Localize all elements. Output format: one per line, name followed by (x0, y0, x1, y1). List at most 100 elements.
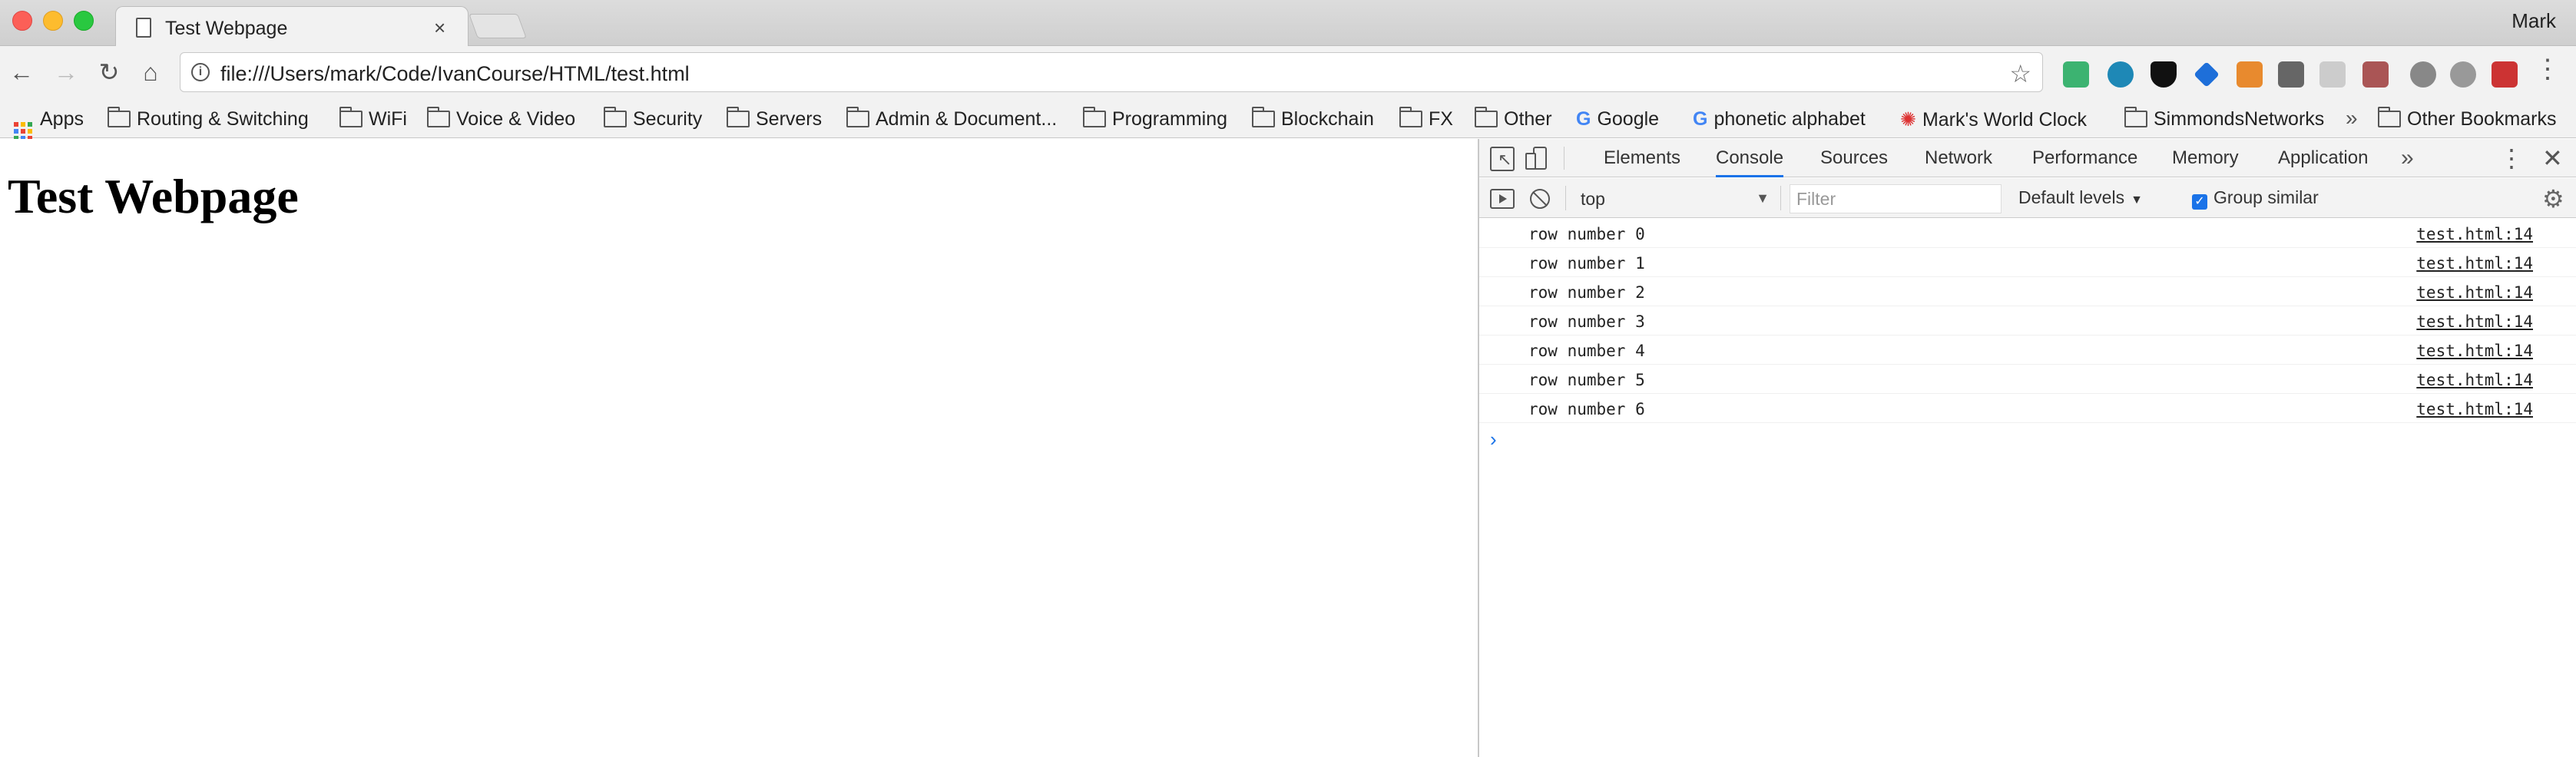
devtools-menu-icon[interactable]: ⋮ (2499, 144, 2524, 173)
bookmark-apps[interactable]: Apps (14, 108, 84, 140)
folder-icon (604, 107, 627, 127)
back-arrow-icon[interactable]: ← (6, 57, 37, 88)
bookmark-link[interactable]: G Google (1576, 108, 1659, 131)
bookmark-folder[interactable]: Servers (727, 107, 823, 131)
bookmark-folder[interactable]: Security (604, 107, 702, 131)
prompt-chevron-icon: › (1490, 428, 1497, 451)
bookmark-label: Apps (40, 108, 84, 130)
console-log-row: row number 4 test.html:14 (1479, 336, 2576, 365)
group-similar-label: Group similar (2213, 187, 2319, 207)
tab-performance[interactable]: Performance (2032, 139, 2137, 177)
log-source-link[interactable]: test.html:14 (2416, 254, 2533, 273)
gear-icon[interactable]: ⚙ (2542, 184, 2564, 213)
home-icon[interactable]: ⌂ (135, 57, 166, 88)
address-bar[interactable]: i file:///Users/mark/Code/IvanCourse/HTM… (180, 52, 2043, 92)
bookmark-folder[interactable]: Voice & Video (427, 107, 576, 131)
divider (1565, 186, 1566, 210)
tab-memory[interactable]: Memory (2172, 139, 2239, 177)
log-source-link[interactable]: test.html:14 (2416, 225, 2533, 243)
bookmark-star-icon[interactable]: ☆ (2009, 59, 2031, 88)
bookmark-folder[interactable]: SimmondsNetworks (2124, 107, 2324, 131)
group-similar-checkbox[interactable]: ✓ Group similar (2192, 187, 2319, 210)
console-log-row: row number 0 test.html:14 (1479, 219, 2576, 248)
device-toolbar-icon[interactable] (1525, 147, 1550, 171)
shield-icon[interactable] (2151, 61, 2177, 88)
bookmark-folder[interactable]: Admin & Document... (846, 107, 1058, 131)
log-source-link[interactable]: test.html:14 (2416, 400, 2533, 418)
google-icon: G (1576, 108, 1591, 130)
extension-icon[interactable] (2278, 61, 2304, 88)
folder-icon (427, 107, 450, 127)
page-viewport: Test Webpage (0, 139, 1478, 757)
bookmark-label: WiFi (369, 108, 407, 130)
extension-icon[interactable] (2362, 61, 2389, 88)
bookmarks-overflow-icon[interactable]: » (2346, 106, 2358, 131)
bookmark-link[interactable]: ✺ Mark's World Clock (1900, 108, 2087, 131)
extension-icon[interactable] (2492, 61, 2518, 88)
bookmarks-bar: Apps Routing & Switching WiFi Voice & Vi… (0, 101, 2576, 140)
console-filter-input[interactable] (1790, 184, 2002, 213)
bookmark-label: Routing & Switching (137, 108, 309, 130)
tab-sources[interactable]: Sources (1820, 139, 1888, 177)
log-message: row number 1 (1528, 254, 1645, 273)
tab-console[interactable]: Console (1716, 139, 1784, 177)
log-source-link[interactable]: test.html:14 (2416, 342, 2533, 360)
log-levels-dropdown[interactable]: Default levels ▼ (2018, 187, 2143, 208)
inspect-element-icon[interactable] (1490, 147, 1515, 171)
extension-icon[interactable] (2410, 61, 2436, 88)
console-log-row: row number 2 test.html:14 (1479, 277, 2576, 306)
bookmark-folder[interactable]: Blockchain (1252, 107, 1374, 131)
url-text[interactable]: file:///Users/mark/Code/IvanCourse/HTML/… (220, 62, 690, 86)
devtools-tab-bar: Elements Console Sources Network Perform… (1479, 139, 2576, 177)
browser-toolbar: ← → ↻ ⌂ i file:///Users/mark/Code/IvanCo… (0, 46, 2576, 101)
bookmark-folder[interactable]: Other (1475, 107, 1552, 131)
folder-icon (1399, 107, 1422, 127)
lightbulb-icon[interactable] (2450, 61, 2476, 88)
log-source-link[interactable]: test.html:14 (2416, 312, 2533, 331)
extension-icon[interactable] (2063, 61, 2089, 88)
log-message: row number 5 (1528, 371, 1645, 389)
console-sidebar-icon[interactable] (1490, 189, 1515, 209)
folder-icon (2378, 107, 2401, 127)
bookmark-folder[interactable]: Routing & Switching (108, 107, 309, 131)
window-minimize-button[interactable] (43, 11, 63, 31)
devtools-close-icon[interactable]: ✕ (2542, 144, 2563, 173)
extension-icon[interactable] (2319, 61, 2346, 88)
console-prompt[interactable]: › (1479, 423, 2576, 454)
window-close-button[interactable] (12, 11, 32, 31)
bookmark-label: Voice & Video (456, 108, 576, 130)
new-tab-button[interactable] (469, 14, 527, 38)
metamask-icon[interactable] (2237, 61, 2263, 88)
browser-menu-icon[interactable]: ⋮ (2535, 54, 2561, 84)
folder-icon (108, 107, 131, 127)
extension-icon[interactable] (2107, 61, 2134, 88)
ethereum-icon[interactable] (2194, 61, 2220, 88)
clear-console-icon[interactable] (1530, 189, 1550, 209)
bookmark-folder[interactable]: WiFi (339, 107, 407, 131)
bookmark-link[interactable]: Gphonetic alphabet (1693, 108, 1866, 131)
checkmark-icon[interactable]: ✓ (2192, 194, 2207, 210)
tab-title: Test Webpage (165, 18, 288, 39)
bookmark-label: phonetic alphabet (1713, 108, 1866, 130)
bookmark-folder[interactable]: Programming (1083, 107, 1227, 131)
profile-name[interactable]: Mark (2511, 9, 2556, 33)
window-maximize-button[interactable] (74, 11, 94, 31)
tab-application[interactable]: Application (2278, 139, 2368, 177)
folder-icon (2124, 107, 2147, 127)
tab-close-icon[interactable]: × (434, 16, 445, 40)
log-message: row number 0 (1528, 225, 1645, 243)
tab-elements[interactable]: Elements (1604, 139, 1680, 177)
bookmark-folder[interactable]: FX (1399, 107, 1453, 131)
forward-arrow-icon[interactable]: → (51, 57, 81, 88)
log-source-link[interactable]: test.html:14 (2416, 371, 2533, 389)
context-selector[interactable]: top ▼ (1578, 183, 1770, 213)
bookmark-folder[interactable]: Other Bookmarks (2378, 107, 2557, 131)
bookmark-label: Admin & Document... (876, 108, 1058, 130)
browser-tab[interactable]: Test Webpage × (115, 6, 469, 47)
reload-icon[interactable]: ↻ (94, 57, 124, 88)
info-icon[interactable]: i (191, 63, 210, 81)
log-source-link[interactable]: test.html:14 (2416, 283, 2533, 302)
more-tabs-icon[interactable]: » (2401, 145, 2414, 171)
bookmark-label: Servers (756, 108, 823, 130)
tab-network[interactable]: Network (1925, 139, 1992, 177)
